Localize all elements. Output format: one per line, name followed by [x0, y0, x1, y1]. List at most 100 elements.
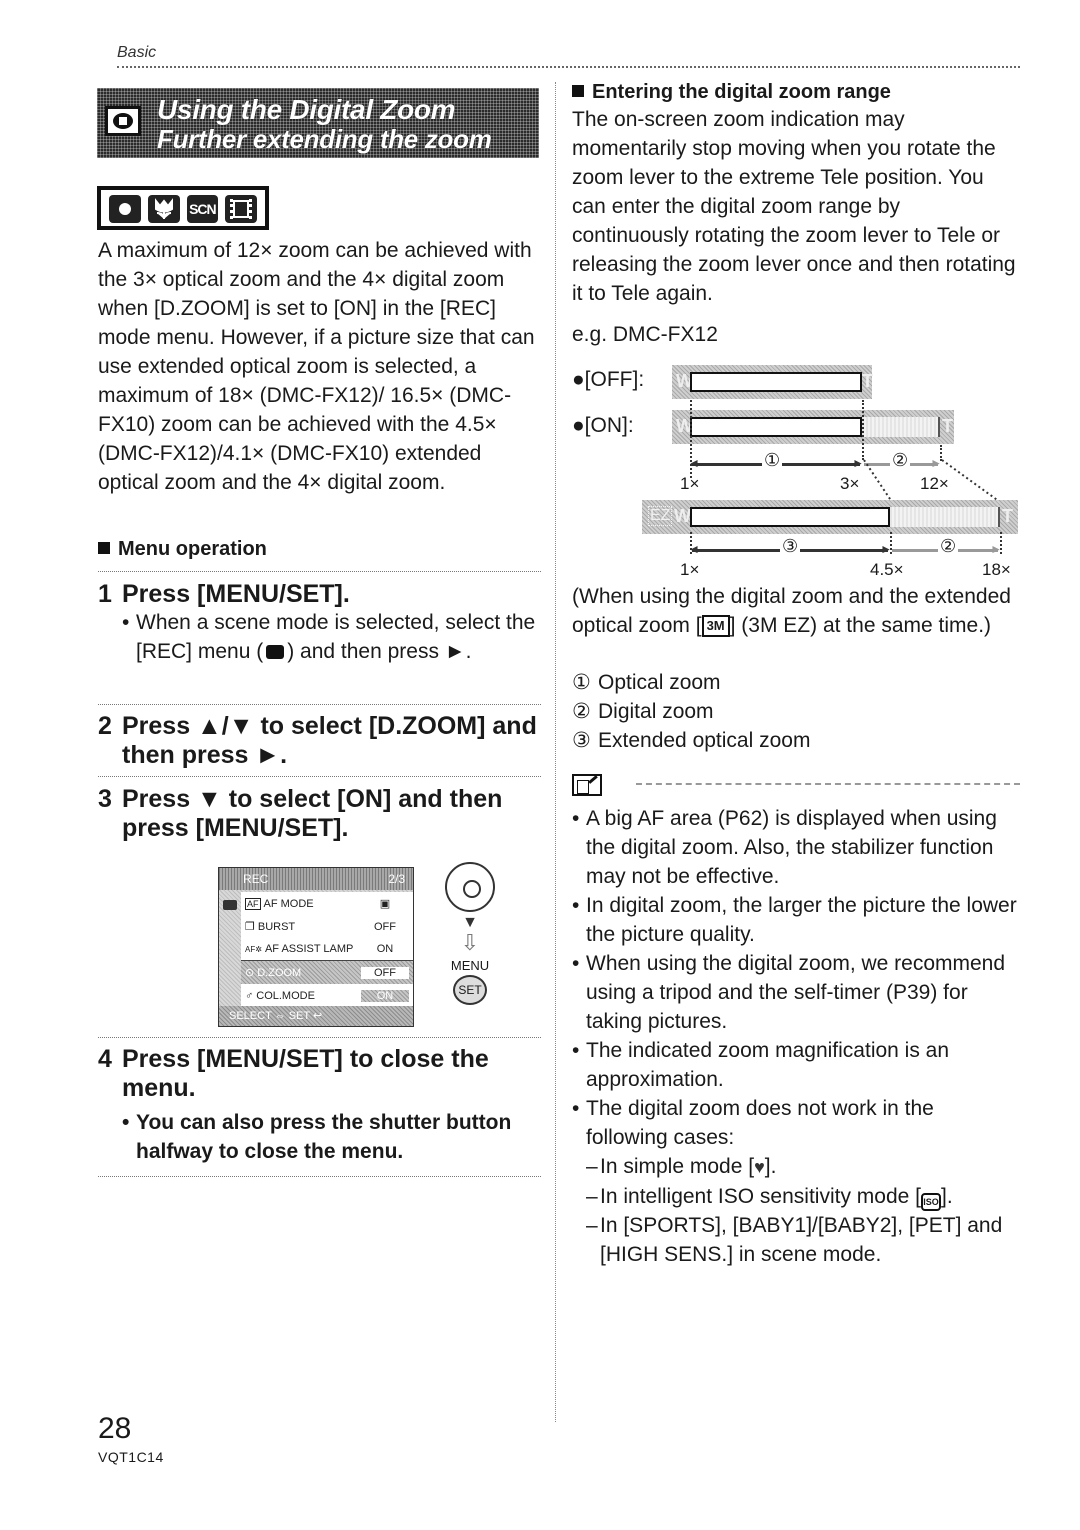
step-number: 1: [98, 580, 112, 608]
menu-item-value: ON: [361, 989, 409, 1002]
step-2: 2 Press ▲/▼ to select [D.ZOOM] and then p…: [98, 712, 543, 770]
note-item: The digital zoom does not work in the fo…: [572, 1094, 1020, 1152]
step-3: 3 Press ▼ to select [ON] and then press […: [98, 785, 543, 843]
menu-item-label: COL.MODE: [256, 989, 315, 1002]
zoom-range-diagram: ●[OFF]: W T ●[ON]: W T ① ② 1× 3× 12× EZ …: [572, 360, 1020, 585]
digital-range: [890, 507, 1000, 527]
normal-picture-mode-icon: [109, 195, 141, 223]
step-number: 2: [98, 712, 112, 740]
divider: [98, 776, 541, 777]
menu-item-col-mode: ♂ COL.MODE ON: [241, 984, 413, 1007]
menu-label: MENU: [450, 958, 490, 973]
screen-header: REC 2/3: [219, 868, 413, 890]
step-1: 1 Press [MENU/SET].: [98, 580, 543, 609]
step-4-note: You can also press the shutter button ha…: [122, 1108, 542, 1166]
note-item: The indicated zoom magnification is an a…: [572, 1036, 1020, 1094]
screen-page-indicator: 2/3: [388, 872, 405, 886]
document-code: VQT1C14: [98, 1449, 164, 1465]
menu-item-af-assist-lamp: AF✲ AF ASSIST LAMP ON: [241, 938, 413, 961]
page-number: 28: [98, 1412, 132, 1445]
step-text: Press ▲/▼ to select [D.ZOOM] and then pr…: [122, 712, 537, 769]
step-1-note: When a scene mode is selected, select th…: [122, 608, 542, 666]
tick-label: 4.5×: [870, 560, 904, 579]
rec-camera-icon: [223, 900, 237, 910]
menu-set-button-icon: SET: [453, 975, 487, 1005]
menu-item-label: AF ASSIST LAMP: [264, 943, 354, 955]
case-item: In intelligent ISO sensitivity mode [ISO…: [586, 1182, 1020, 1211]
screen-footer: SELECT ⇔ SET ↩: [219, 1006, 413, 1026]
step-text: Press ▼ to select [ON] and then press [M…: [122, 785, 503, 842]
menu-item-label: D.ZOOM: [257, 967, 302, 979]
diagram-caption: (When using the digital zoom and the ext…: [572, 585, 1011, 637]
extended-optical-range: [690, 507, 890, 527]
column-divider: [555, 82, 556, 1422]
af-assist-icon: AF✲: [245, 945, 262, 954]
menu-item-value: OFF: [361, 966, 409, 979]
page-subtitle: Further extending the zoom: [157, 124, 492, 154]
af-mode-icon: AF: [245, 897, 261, 910]
header-divider: [117, 66, 1020, 68]
menu-item-value: ▣: [379, 898, 391, 910]
camera-menu-screen: REC 2/3 AF AF MODE ▣ ❐ BURST OFF AF✲ AF ASS…: [218, 867, 414, 1027]
tick-label: 1×: [680, 560, 700, 579]
cursor-buttons-icon: [445, 862, 495, 912]
section-label: Basic: [117, 44, 157, 61]
3m-ez-picture-size-icon: 3M: [701, 615, 730, 637]
burst-icon: ❐: [245, 921, 255, 933]
divider: [98, 1037, 541, 1038]
legend-item: ① Optical zoom: [572, 671, 721, 694]
legend-item: ② Digital zoom: [572, 700, 714, 723]
divider: [98, 704, 541, 705]
step-number: 3: [98, 785, 112, 813]
case-item: In simple mode [♥].: [586, 1152, 1020, 1182]
page-title: Using the Digital Zoom: [157, 94, 456, 125]
note-text: You can also press the shutter button ha…: [122, 1108, 542, 1166]
square-bullet-icon: [98, 542, 110, 554]
marker-2: ②: [938, 536, 959, 557]
heading-text: Entering the digital zoom range: [592, 81, 891, 103]
zoom-bar-ez: EZ W T: [642, 500, 1018, 534]
menu-item-af-mode: AF AF MODE ▣: [241, 892, 413, 915]
note-item: A big AF area (P62) is displayed when us…: [572, 804, 1020, 891]
motion-picture-mode-icon: [225, 195, 257, 223]
simple-mode-heart-icon: ♥: [754, 1157, 765, 1177]
applicable-modes: SCN: [97, 186, 269, 230]
step-text: Press [MENU/SET] to close the menu.: [122, 1045, 489, 1102]
rec-camera-icon: [266, 645, 285, 659]
camera-controls: ▼ ⇩ MENU SET: [440, 862, 500, 1032]
menu-item-label: AF MODE: [263, 897, 314, 910]
note-book-icon: [572, 774, 602, 796]
menu-operation-heading: Menu operation: [98, 538, 267, 561]
menu-operation-label: Menu operation: [118, 538, 267, 560]
step-number: 4: [98, 1045, 112, 1073]
intelligent-iso-icon: ISO: [920, 1193, 941, 1211]
square-bullet-icon: [572, 85, 584, 97]
menu-list: AF AF MODE ▣ ❐ BURST OFF AF✲ AF ASSIST LAMP…: [241, 892, 413, 1007]
d-zoom-icon: ⊙: [245, 967, 255, 979]
menu-item-value: OFF: [374, 920, 396, 933]
menu-item-value: ON: [376, 943, 394, 955]
case-item: In [SPORTS], [BABY1]/[BABY2], [PET] and …: [586, 1211, 1020, 1269]
step-4: 4 Press [MENU/SET] to close the menu.: [98, 1045, 543, 1103]
step-text: Press [MENU/SET].: [122, 580, 350, 608]
zoom-mode-icon: [105, 106, 141, 136]
digital-zoom-range-body: The on-screen zoom indication may moment…: [572, 108, 1016, 305]
legend-item: ③ Extended optical zoom: [572, 729, 811, 752]
intro-paragraph: A maximum of 12× zoom can be achieved wi…: [98, 239, 535, 494]
scene-mode-icon: SCN: [186, 195, 219, 223]
flow-arrow-icon: ⇩: [460, 930, 480, 955]
macro-mode-icon: [147, 195, 180, 223]
note-item: When using the digital zoom, we recommen…: [572, 949, 1020, 1036]
title-banner: Using the Digital Zoom Further extending…: [97, 88, 539, 158]
note-item: In digital zoom, the larger the picture …: [572, 891, 1020, 949]
note-text: ) and then press ►.: [287, 640, 472, 663]
ez-label: EZ: [648, 506, 673, 526]
digital-zoom-range-heading: Entering the digital zoom range: [572, 80, 1020, 104]
tele-label: T: [1002, 506, 1013, 526]
menu-item-burst: ❐ BURST OFF: [241, 915, 413, 938]
col-mode-icon: ♂: [245, 989, 254, 1002]
menu-item-d-zoom: ⊙ D.ZOOM OFF: [241, 961, 413, 984]
diagram-legend: ① Optical zoom ② Digital zoom ③ Extended op…: [572, 668, 1020, 755]
notes-list: A big AF area (P62) is displayed when us…: [572, 804, 1020, 1269]
divider: [98, 1176, 541, 1177]
